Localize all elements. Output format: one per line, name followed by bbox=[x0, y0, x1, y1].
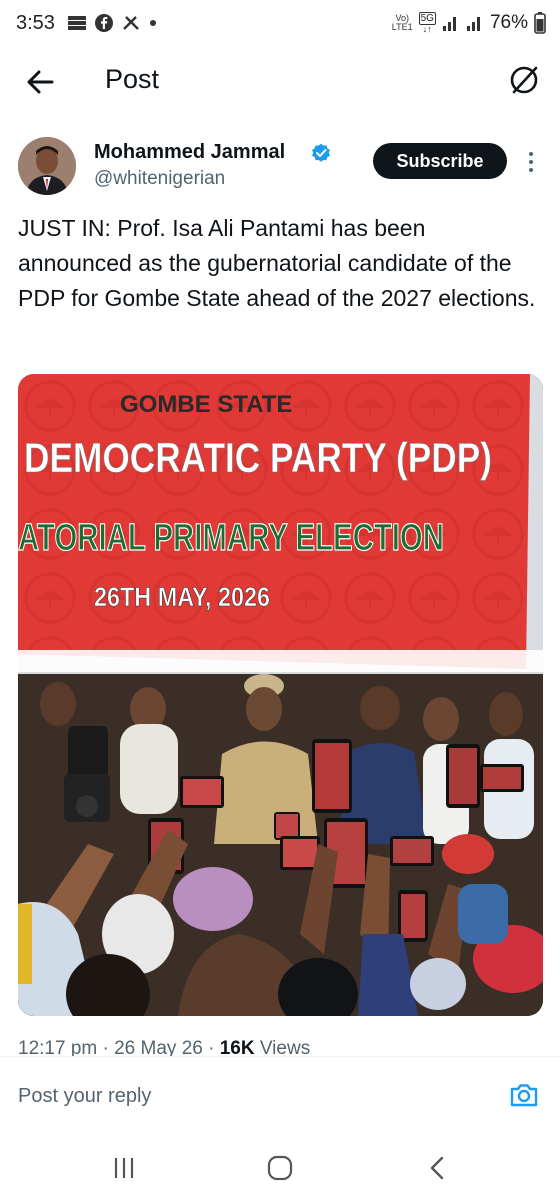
grok-icon[interactable] bbox=[506, 62, 542, 98]
author-name[interactable]: Mohammed Jammal bbox=[94, 141, 285, 164]
facebook-icon bbox=[95, 14, 113, 32]
subscribe-button[interactable]: Subscribe bbox=[373, 143, 507, 179]
home-icon[interactable] bbox=[266, 1154, 294, 1182]
banner-line4: 26TH MAY, 2026 bbox=[94, 582, 270, 612]
top-app-bar: Post bbox=[0, 52, 560, 112]
verified-badge-icon bbox=[312, 143, 330, 162]
post-timestamp[interactable]: 12:17 pm · 26 May 26 · bbox=[18, 1038, 220, 1058]
banner-line1: GOMBE STATE bbox=[120, 391, 292, 418]
author-handle[interactable]: @whitenigerian bbox=[94, 168, 225, 190]
system-nav-bar bbox=[0, 1136, 560, 1200]
battery-icon bbox=[534, 12, 546, 34]
camera-icon[interactable] bbox=[508, 1079, 540, 1111]
back-nav-icon[interactable] bbox=[424, 1154, 452, 1182]
signal-icon-2 bbox=[466, 17, 480, 31]
views-count: 16K bbox=[219, 1038, 255, 1058]
post-text: JUST IN: Prof. Isa Ali Pantami has been … bbox=[18, 215, 536, 311]
stack-icon bbox=[68, 16, 86, 30]
reply-bar: Post your reply bbox=[0, 1056, 560, 1137]
dot-icon bbox=[150, 20, 156, 26]
tools-icon bbox=[123, 16, 139, 30]
signal-icon bbox=[442, 17, 456, 31]
post-image[interactable]: GOMBE STATE DEMOCRATIC PARTY (PDP) ATORI… bbox=[18, 374, 543, 1016]
more-options-icon[interactable] bbox=[527, 150, 535, 174]
banner-line2: DEMOCRATIC PARTY (PDP) bbox=[24, 434, 492, 481]
views-label: Views bbox=[254, 1038, 311, 1058]
post-meta: 12:17 pm · 26 May 26 · 16K Views bbox=[18, 1038, 310, 1058]
network-type-icon: 5G ↓↑ bbox=[418, 12, 436, 34]
system-icons: Vo) LTE1 5G ↓↑ 76% bbox=[392, 12, 546, 34]
notification-icons bbox=[66, 13, 158, 33]
avatar[interactable] bbox=[18, 137, 76, 195]
banner-line3: ATORIAL PRIMARY ELECTION bbox=[18, 517, 444, 559]
page-title: Post bbox=[105, 64, 160, 94]
back-arrow-icon[interactable] bbox=[22, 66, 58, 98]
status-time: 3:53 bbox=[16, 12, 55, 34]
reply-input[interactable]: Post your reply bbox=[18, 1085, 151, 1108]
battery-percent: 76% bbox=[489, 12, 528, 33]
status-bar: 3:53 Vo) LTE1 5G ↓↑ 76% bbox=[0, 0, 560, 52]
recent-apps-icon[interactable] bbox=[110, 1154, 138, 1182]
volte-icon: Vo) LTE1 bbox=[391, 13, 413, 32]
